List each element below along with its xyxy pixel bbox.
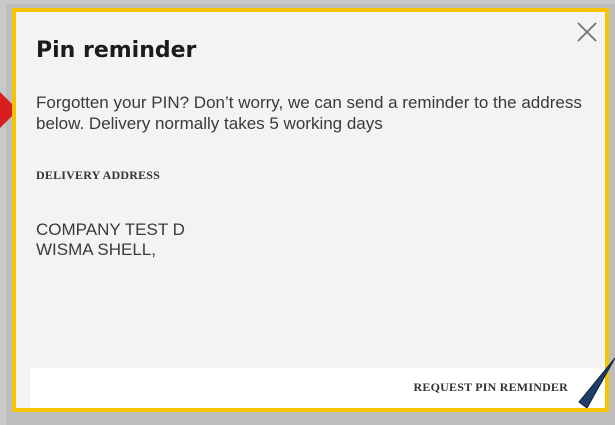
dialog-description: Forgotten your PIN? Don’t worry, we can … [36,93,582,133]
dialog-title: Pin reminder [36,38,197,63]
address-line: COMPANY TEST D [36,220,185,239]
delivery-address: COMPANY TEST D WISMA SHELL, [36,220,185,260]
pin-reminder-dialog: Pin reminder Forgotten your PIN? Don’t w… [12,8,609,412]
close-icon [577,22,597,42]
address-line: WISMA SHELL, [36,240,156,259]
close-button[interactable] [573,18,601,46]
delivery-address-label: DELIVERY ADDRESS [36,168,161,182]
request-pin-reminder-button[interactable]: REQUEST PIN REMINDER [414,380,568,395]
dialog-footer: REQUEST PIN REMINDER [16,368,605,408]
footer-gap [16,368,30,408]
annotation-arrow-right [578,358,615,408]
